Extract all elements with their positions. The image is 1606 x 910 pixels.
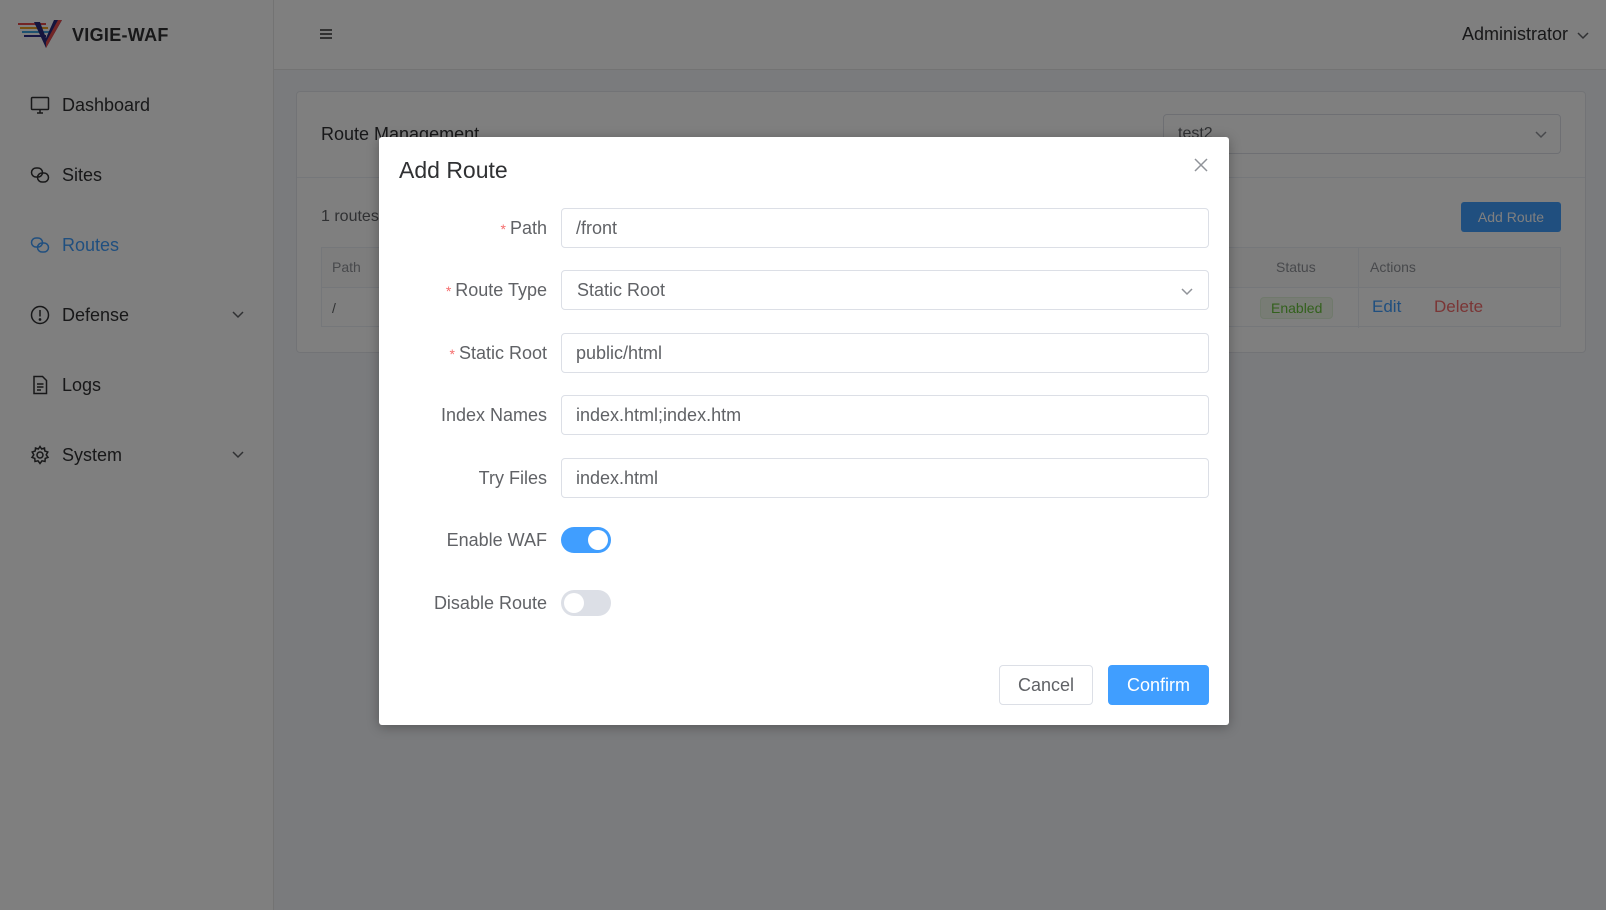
- toggle-knob: [588, 530, 608, 550]
- dialog-title: Add Route: [399, 157, 508, 183]
- try-files-label: Try Files: [478, 468, 547, 488]
- form-row-index-names: Index Names: [379, 395, 1229, 435]
- toggle-knob: [564, 593, 584, 613]
- required-marker: *: [449, 346, 455, 362]
- required-marker: *: [500, 221, 506, 237]
- path-label-text: Path: [509, 218, 547, 238]
- cancel-button[interactable]: Cancel: [999, 665, 1093, 705]
- static-root-label: * Static Root: [450, 343, 548, 364]
- form-row-static-root: * Static Root: [379, 333, 1229, 373]
- disable-route-toggle[interactable]: [561, 590, 611, 616]
- confirm-button[interactable]: Confirm: [1108, 665, 1209, 705]
- try-files-input[interactable]: [561, 458, 1209, 498]
- close-icon[interactable]: [1193, 157, 1209, 173]
- static-root-input[interactable]: [561, 333, 1209, 373]
- enable-waf-toggle[interactable]: [561, 527, 611, 553]
- form-row-enable-waf: Enable WAF: [379, 520, 1229, 560]
- index-names-input[interactable]: [561, 395, 1209, 435]
- route-type-select[interactable]: Static Root: [561, 270, 1209, 310]
- path-input[interactable]: [561, 208, 1209, 248]
- path-label: * Path: [501, 218, 547, 239]
- enable-waf-label: Enable WAF: [446, 530, 547, 550]
- add-route-dialog: Add Route *Path *Route Type Static Root …: [379, 137, 1229, 725]
- required-marker: *: [445, 283, 452, 299]
- form-row-try-files: Try Files: [379, 458, 1229, 498]
- form-row-route-type: * Route Type Static Root: [379, 270, 1229, 310]
- index-names-label: Index Names: [440, 405, 547, 425]
- route-type-label-text: Route Type: [455, 280, 547, 300]
- chevron-down-icon: [1181, 288, 1193, 296]
- disable-route-label: Disable Route: [433, 593, 547, 613]
- form-row-disable-route: Disable Route: [379, 583, 1229, 623]
- form-row-path: * Path: [379, 208, 1229, 248]
- route-type-label: * Route Type: [446, 280, 547, 301]
- static-root-label-text: Static Root: [458, 343, 547, 363]
- route-type-value: Static Root: [577, 280, 666, 300]
